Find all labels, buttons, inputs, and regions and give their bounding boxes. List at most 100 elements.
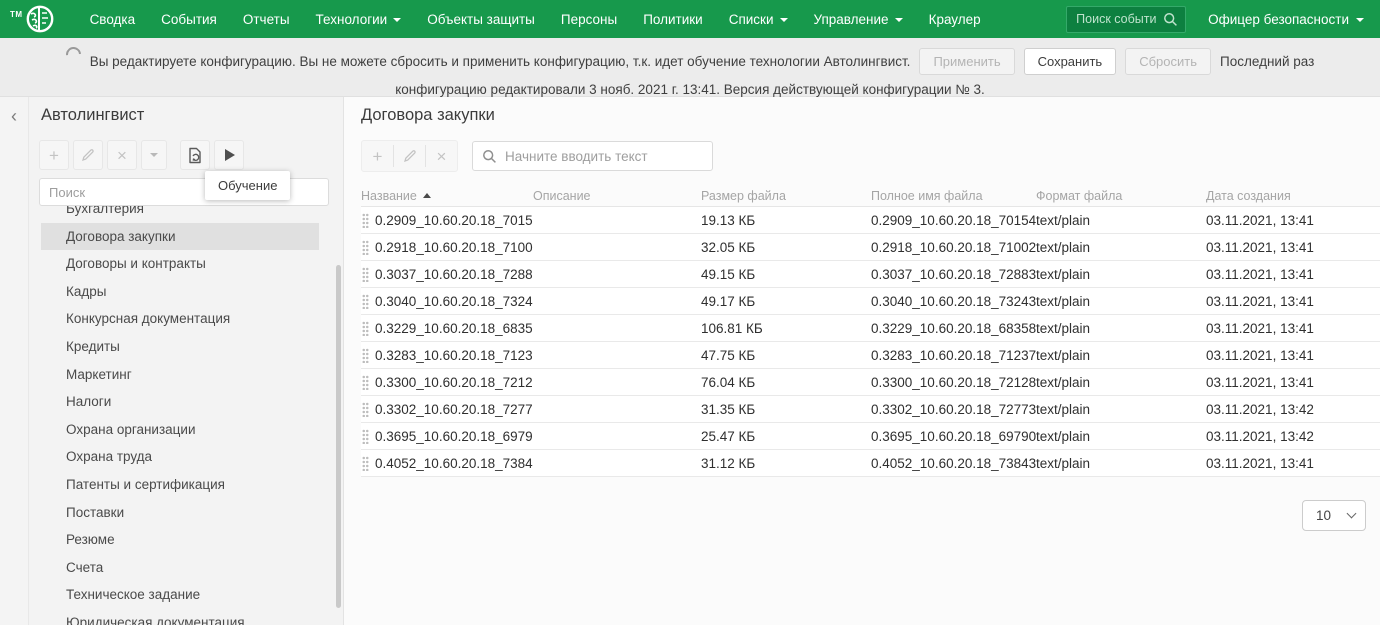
document-row[interactable]: 0.3695_10.60.20.18_6979 25.47 КБ 0.3695_… (361, 423, 1380, 450)
document-format-cell: text/plain (1036, 428, 1091, 444)
category-list-item[interactable]: Юридическая документация (41, 609, 319, 625)
column-header[interactable]: Размер файла (701, 189, 871, 203)
nav-item[interactable]: Управление (801, 0, 916, 38)
search-icon[interactable] (1163, 12, 1178, 27)
category-list-item[interactable]: Кадры (41, 278, 319, 306)
document-row[interactable]: 0.3302_10.60.20.18_7277 31.35 КБ 0.3302_… (361, 396, 1380, 423)
nav-item-label: Сводка (89, 11, 136, 27)
sidebar-collapse-strip: ‹ (0, 97, 29, 625)
document-row[interactable]: 0.3229_10.60.20.18_6835 106.81 КБ 0.3229… (361, 315, 1380, 342)
edit-category-button[interactable] (73, 140, 103, 170)
apply-button[interactable]: Применить (919, 48, 1015, 75)
document-name-cell: 0.2909_10.60.20.18_7015 (375, 212, 533, 228)
drag-handle-icon[interactable] (362, 347, 369, 363)
drag-handle-icon[interactable] (362, 212, 369, 228)
app-logo[interactable]: TM (10, 4, 55, 34)
documents-search-box[interactable] (472, 141, 713, 171)
column-header[interactable]: Описание (533, 189, 701, 203)
column-header[interactable]: Полное имя файла (871, 189, 1036, 203)
drag-handle-icon[interactable] (362, 239, 369, 255)
nav-item-label: Персоны (560, 11, 618, 27)
user-role-label: Офицер безопасности (1208, 11, 1349, 27)
sidebar-scrollbar[interactable] (336, 265, 341, 608)
document-row[interactable]: 0.2909_10.60.20.18_7015 19.13 КБ 0.2909_… (361, 207, 1380, 234)
save-button[interactable]: Сохранить (1023, 48, 1117, 75)
nav-item-label: Отчеты (242, 11, 290, 27)
delete-category-button[interactable]: × (107, 140, 137, 170)
add-category-button[interactable]: + (39, 140, 69, 170)
documents-panel-title: Договора закупки (361, 106, 495, 124)
column-header[interactable]: Название (361, 189, 533, 203)
drag-handle-icon[interactable] (362, 320, 369, 336)
category-more-actions-button[interactable] (141, 140, 167, 170)
load-from-file-button[interactable] (180, 140, 210, 170)
delete-document-button[interactable]: × (426, 141, 457, 171)
category-list-item[interactable]: Договоры и контракты (41, 250, 319, 278)
document-row[interactable]: 0.4052_10.60.20.18_7384 31.12 КБ 0.4052_… (361, 450, 1380, 477)
train-button[interactable] (214, 140, 244, 170)
drag-handle-icon[interactable] (362, 428, 369, 444)
document-size-cell: 32.05 КБ (701, 239, 756, 255)
documents-search-input[interactable] (503, 147, 703, 165)
chevron-down-icon (150, 153, 158, 157)
category-list-item[interactable]: Маркетинг (41, 361, 319, 389)
edit-document-button[interactable] (394, 141, 425, 171)
events-search-input[interactable] (1074, 11, 1160, 27)
document-fullname-cell: 0.3040_10.60.20.18_732433. (871, 293, 1036, 309)
category-list-item[interactable]: Договора закупки (41, 222, 319, 251)
nav-item[interactable]: Списки (716, 0, 801, 38)
nav-item-label: Списки (728, 11, 774, 27)
notice-tail-end: конфигурацию редактировали 3 нояб. 2021 … (395, 82, 985, 97)
reset-button[interactable]: Сбросить (1125, 48, 1212, 75)
user-menu[interactable]: Офицер безопасности (1208, 12, 1364, 27)
category-list-item[interactable]: Поставки (41, 499, 319, 527)
page-size-select[interactable]: 10 (1302, 500, 1366, 531)
add-document-button[interactable]: + (362, 141, 393, 171)
document-created-cell: 03.11.2021, 13:41 (1206, 212, 1314, 228)
column-header[interactable]: Формат файла (1036, 189, 1206, 203)
nav-item[interactable]: Краулер (916, 0, 994, 38)
category-list-item[interactable]: Резюме (41, 526, 319, 554)
document-row[interactable]: 0.3283_10.60.20.18_7123 47.75 КБ 0.3283_… (361, 342, 1380, 369)
document-row[interactable]: 0.3040_10.60.20.18_7324 49.17 КБ 0.3040_… (361, 288, 1380, 315)
category-list-item[interactable]: Охрана организации (41, 416, 319, 444)
drag-handle-icon[interactable] (362, 266, 369, 282)
drag-handle-icon[interactable] (362, 401, 369, 417)
category-list-item[interactable]: Кредиты (41, 333, 319, 361)
column-header-label: Описание (533, 188, 591, 203)
nav-item[interactable]: Отчеты (230, 0, 303, 38)
document-format-cell: text/plain (1036, 239, 1091, 255)
nav-item[interactable]: Персоны (548, 0, 630, 38)
nav-item[interactable]: Сводка (77, 0, 149, 38)
nav-item[interactable]: Технологии (303, 0, 415, 38)
document-size-cell: 31.12 КБ (701, 455, 756, 471)
category-list-item[interactable]: Счета (41, 554, 319, 582)
document-row[interactable]: 0.3037_10.60.20.18_7288 49.15 КБ 0.3037_… (361, 261, 1380, 288)
document-created-cell: 03.11.2021, 13:41 (1206, 347, 1314, 363)
events-search-box[interactable] (1066, 5, 1187, 33)
collapse-sidebar-button[interactable]: ‹ (11, 106, 17, 126)
category-list-item[interactable]: Налоги (41, 388, 319, 416)
drag-handle-icon[interactable] (362, 293, 369, 309)
column-header[interactable]: Дата создания (1206, 189, 1380, 203)
nav-item[interactable]: Политики (630, 0, 716, 38)
category-list-item[interactable]: Техническое задание (41, 581, 319, 609)
document-fullname-cell: 0.3229_10.60.20.18_683586. (871, 320, 1036, 336)
document-created-cell: 03.11.2021, 13:41 (1206, 320, 1314, 336)
nav-item-label: Краулер (928, 11, 981, 27)
column-header-label: Название (361, 188, 417, 203)
document-row[interactable]: 0.3300_10.60.20.18_7212 76.04 КБ 0.3300_… (361, 369, 1380, 396)
nav-item[interactable]: Объекты защиты (414, 0, 548, 38)
drag-handle-icon[interactable] (362, 455, 369, 471)
document-row[interactable]: 0.2918_10.60.20.18_7100 32.05 КБ 0.2918_… (361, 234, 1380, 261)
document-format-cell: text/plain (1036, 374, 1091, 390)
drag-handle-icon[interactable] (362, 374, 369, 390)
document-size-cell: 106.81 КБ (701, 320, 763, 336)
category-list-item[interactable]: Конкурсная документация (41, 305, 319, 333)
nav-item[interactable]: События (148, 0, 230, 38)
category-list-item[interactable]: Охрана труда (41, 443, 319, 471)
sidebar-title: Автолингвист (41, 106, 145, 124)
chevron-down-icon (393, 18, 402, 22)
document-created-cell: 03.11.2021, 13:41 (1206, 293, 1314, 309)
category-list-item[interactable]: Патенты и сертификация (41, 471, 319, 499)
